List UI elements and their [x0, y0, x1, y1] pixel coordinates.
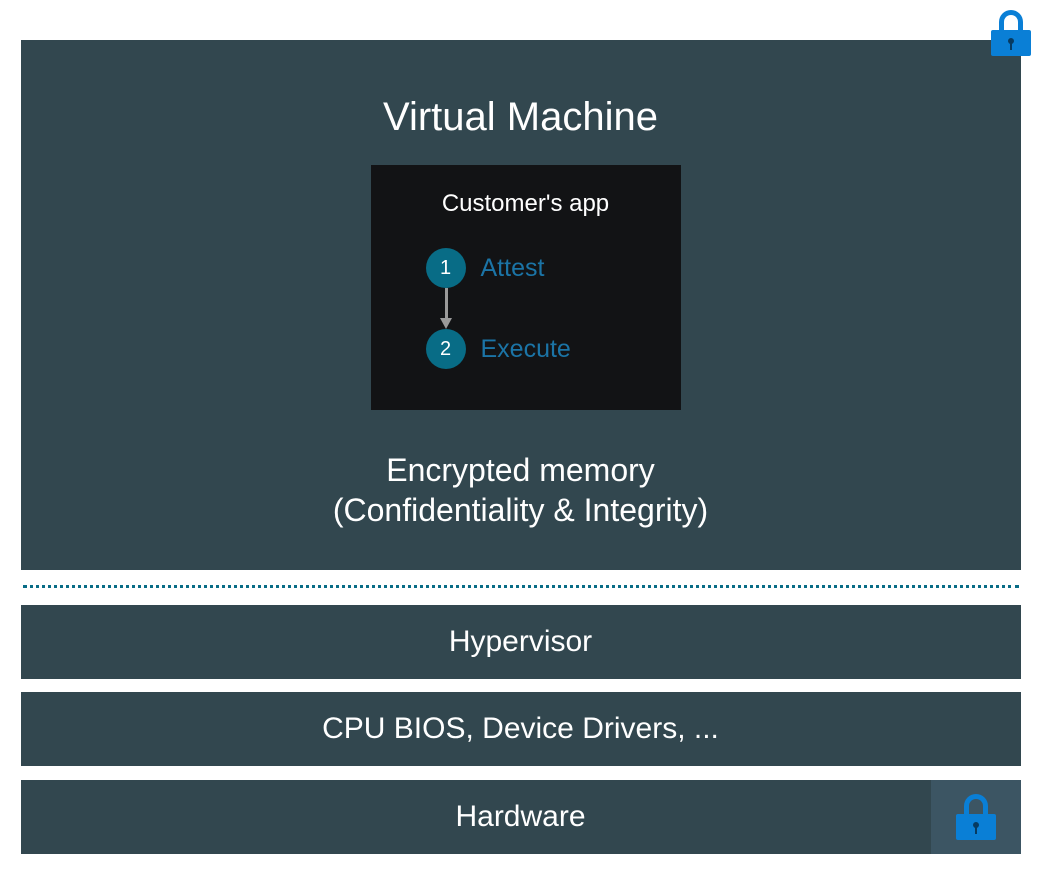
step1-badge: 1: [426, 248, 466, 288]
step1-label: Attest: [481, 254, 545, 283]
bios-layer: CPU BIOS, Device Drivers, ...: [21, 692, 1021, 766]
bios-label: CPU BIOS, Device Drivers, ...: [322, 712, 719, 746]
hypervisor-label: Hypervisor: [449, 625, 592, 659]
diagram-canvas: Virtual Machine Customer's app 1 Attest …: [21, 20, 1021, 872]
arrow-down-icon: [445, 288, 447, 333]
app-title: Customer's app: [371, 190, 681, 218]
encrypted-memory-label: Encrypted memory (Confidentiality & Inte…: [21, 450, 1021, 530]
customer-app-box: Customer's app 1 Attest 2 Execute: [371, 165, 681, 410]
step2-badge: 2: [426, 329, 466, 369]
hardware-label: Hardware: [455, 800, 585, 834]
hardware-layer: Hardware: [21, 780, 1021, 854]
lock-icon: [991, 10, 1031, 56]
encrypted-line1: Encrypted memory: [386, 452, 655, 488]
step-attest: 1 Attest: [426, 248, 681, 288]
step2-label: Execute: [481, 335, 571, 364]
encrypted-line2: (Confidentiality & Integrity): [333, 492, 708, 528]
virtual-machine-layer: Virtual Machine Customer's app 1 Attest …: [21, 40, 1021, 570]
hardware-lock-bg: [931, 780, 1021, 854]
boundary-divider: [23, 585, 1019, 588]
vm-title: Virtual Machine: [21, 95, 1021, 140]
step-execute: 2 Execute: [426, 329, 681, 369]
hypervisor-layer: Hypervisor: [21, 605, 1021, 679]
lock-icon: [956, 794, 996, 840]
